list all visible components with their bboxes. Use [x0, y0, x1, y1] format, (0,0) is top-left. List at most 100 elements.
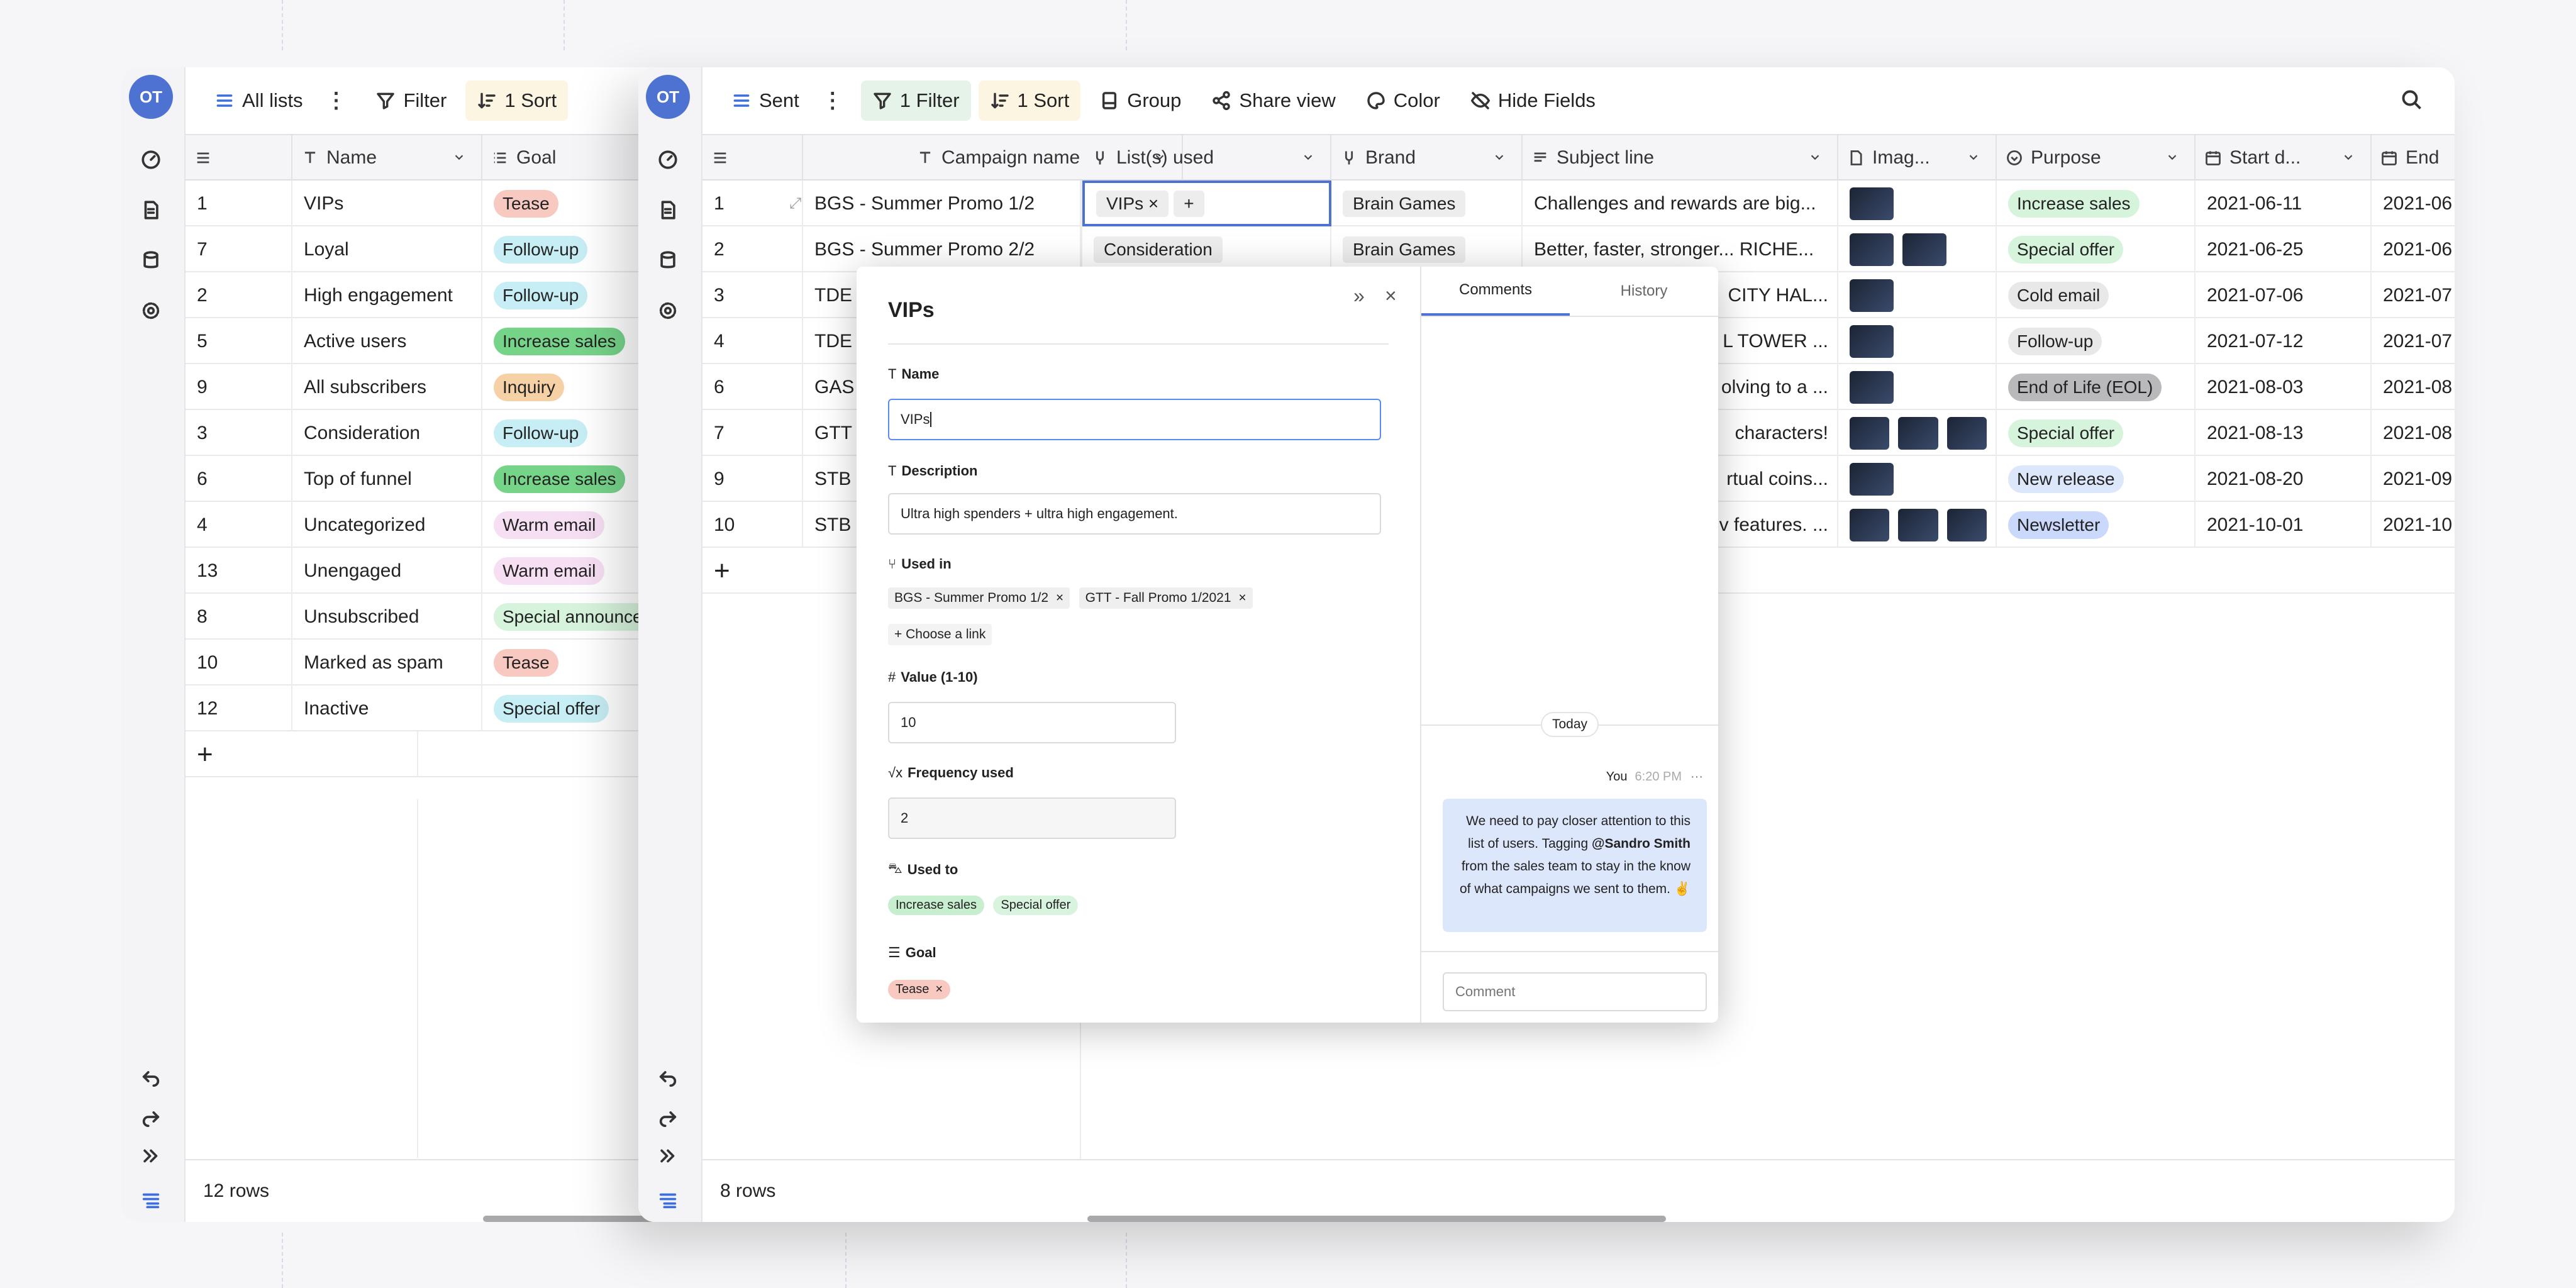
image-thumbnail[interactable] [1898, 416, 1938, 450]
chevron-down-icon[interactable] [1492, 150, 1506, 164]
cell-end-date[interactable]: 2021-06 [2372, 180, 2455, 226]
table-row[interactable]: 2 BGS - Summer Promo 2/2 Consideration Brai… [702, 226, 2455, 272]
gear-icon[interactable] [655, 297, 681, 324]
hide-fields-button[interactable]: Hide Fields [1459, 80, 1607, 121]
cell-purpose[interactable]: Newsletter [1997, 502, 2196, 548]
add-row[interactable]: + [186, 731, 657, 777]
cell-campaign-name[interactable]: BGS - Summer Promo 2/2 [803, 226, 1082, 272]
database-icon[interactable] [655, 247, 681, 274]
remove-icon[interactable]: × [935, 982, 943, 996]
cell-start-date[interactable]: 2021-07-12 [2196, 318, 2372, 364]
image-thumbnail[interactable] [1946, 416, 1987, 450]
cell-start-date[interactable]: 2021-10-01 [2196, 502, 2372, 548]
sort-button[interactable]: 1 Sort [978, 80, 1081, 121]
expand-row-icon[interactable]: ⤢ [778, 180, 803, 226]
cell-start-date[interactable]: 2021-06-11 [2196, 180, 2372, 226]
cell-images[interactable] [1838, 180, 1997, 226]
cell-goal[interactable]: Warm email [482, 548, 657, 594]
cell-goal[interactable]: Follow-up [482, 272, 657, 318]
tab-history[interactable]: History [1570, 267, 1718, 316]
cell-lists-used-active[interactable]: VIPs × + [1082, 180, 1331, 226]
column-header-subject-line[interactable]: Subject line [1523, 135, 1838, 180]
expand-record-icon[interactable]: » [1353, 284, 1365, 308]
cell-end-date[interactable]: 2021-07 [2372, 272, 2455, 318]
cell-end-date[interactable]: 2021-09 [2372, 456, 2455, 502]
cell-name[interactable]: All subscribers [292, 364, 482, 410]
cell-end-date[interactable]: 2021-08 [2372, 364, 2455, 410]
choose-link-button[interactable]: + Choose a link [888, 624, 992, 645]
chevron-down-icon[interactable] [1967, 150, 1980, 164]
brand-tag[interactable]: Brain Games [1343, 190, 1466, 217]
view-switcher[interactable]: All lists [203, 80, 314, 121]
name-input[interactable]: VIPs [888, 399, 1381, 440]
document-icon[interactable] [138, 197, 164, 223]
brand-tag[interactable]: Brain Games [1343, 236, 1466, 263]
expand-icon[interactable] [138, 1143, 164, 1169]
cell-images[interactable] [1838, 318, 1997, 364]
linked-record[interactable]: BGS - Summer Promo 1/2 × [888, 587, 1070, 609]
expand-icon[interactable] [655, 1143, 681, 1169]
column-header-images[interactable]: Imag... [1838, 135, 1997, 180]
cell-goal[interactable]: Increase sales [482, 456, 657, 502]
image-thumbnail[interactable] [1850, 279, 1894, 312]
remove-icon[interactable]: × [1056, 591, 1063, 605]
tab-comments[interactable]: Comments [1421, 267, 1570, 316]
cell-start-date[interactable]: 2021-06-25 [2196, 226, 2372, 272]
chevron-down-icon[interactable] [2341, 150, 2355, 164]
goal-tag[interactable]: Tease × [888, 980, 951, 999]
view-switcher[interactable]: Sent [720, 80, 811, 121]
image-thumbnail[interactable] [1850, 370, 1894, 404]
image-thumbnail[interactable] [1902, 233, 1946, 266]
linked-record[interactable]: GTT - Fall Promo 1/2021 × [1079, 587, 1253, 609]
comment-input[interactable] [1443, 972, 1707, 1011]
cell-name[interactable]: Unsubscribed [292, 594, 482, 640]
avatar[interactable]: OT [646, 75, 690, 119]
cell-end-date[interactable]: 2021-10 [2372, 502, 2455, 548]
column-header-start-date[interactable]: Start d... [2196, 135, 2372, 180]
chevron-down-icon[interactable] [2165, 150, 2179, 164]
cell-lists-used[interactable]: Consideration [1082, 226, 1331, 272]
cell-name[interactable]: Loyal [292, 226, 482, 272]
group-button[interactable]: Group [1088, 80, 1192, 121]
horizontal-scrollbar[interactable] [1087, 1216, 1666, 1222]
cell-purpose[interactable]: End of Life (EOL) [1997, 364, 2196, 410]
cell-name[interactable]: Marked as spam [292, 640, 482, 686]
cell-start-date[interactable]: 2021-08-03 [2196, 364, 2372, 410]
table-row[interactable]: 3 Consideration Follow-up [186, 410, 657, 456]
cell-campaign-name[interactable]: BGS - Summer Promo 1/2 [803, 180, 1082, 226]
search-icon[interactable] [2401, 89, 2426, 114]
cell-purpose[interactable]: Follow-up [1997, 318, 2196, 364]
image-thumbnail[interactable] [1898, 508, 1938, 541]
cell-goal[interactable]: Follow-up [482, 410, 657, 456]
more-icon[interactable]: ··· [1690, 770, 1703, 784]
linked-list-tag[interactable]: Consideration [1094, 236, 1223, 263]
cell-name[interactable]: Unengaged [292, 548, 482, 594]
cell-goal[interactable]: Special offer [482, 686, 657, 731]
cell-brand[interactable]: Brain Games [1331, 180, 1523, 226]
cell-name[interactable]: VIPs [292, 180, 482, 226]
cell-goal[interactable]: Special announce [482, 594, 657, 640]
cell-end-date[interactable]: 2021-07 [2372, 318, 2455, 364]
cell-images[interactable] [1838, 410, 1997, 456]
cell-images[interactable] [1838, 226, 1997, 272]
table-row[interactable]: 8 Unsubscribed Special announce [186, 594, 657, 640]
cell-goal[interactable]: Warm email [482, 502, 657, 548]
cell-start-date[interactable]: 2021-08-20 [2196, 456, 2372, 502]
gear-icon[interactable] [138, 297, 164, 324]
table-row[interactable]: 4 Uncategorized Warm email [186, 502, 657, 548]
cell-name[interactable]: Top of funnel [292, 456, 482, 502]
table-row[interactable]: 2 High engagement Follow-up [186, 272, 657, 318]
cell-goal[interactable]: Tease [482, 640, 657, 686]
cell-name[interactable]: Consideration [292, 410, 482, 456]
color-button[interactable]: Color [1355, 80, 1452, 121]
chevron-down-icon[interactable] [1808, 150, 1822, 164]
value-input[interactable]: 10 [888, 702, 1176, 743]
redo-icon[interactable] [138, 1104, 164, 1130]
more-icon[interactable]: ⋮ [822, 88, 843, 113]
image-thumbnail[interactable] [1850, 508, 1890, 541]
plus-icon[interactable]: + [186, 731, 418, 777]
horizontal-scrollbar[interactable] [483, 1216, 657, 1222]
cell-name[interactable]: Active users [292, 318, 482, 364]
column-header-goal[interactable]: Goal [482, 135, 657, 180]
cell-purpose[interactable]: Cold email [1997, 272, 2196, 318]
